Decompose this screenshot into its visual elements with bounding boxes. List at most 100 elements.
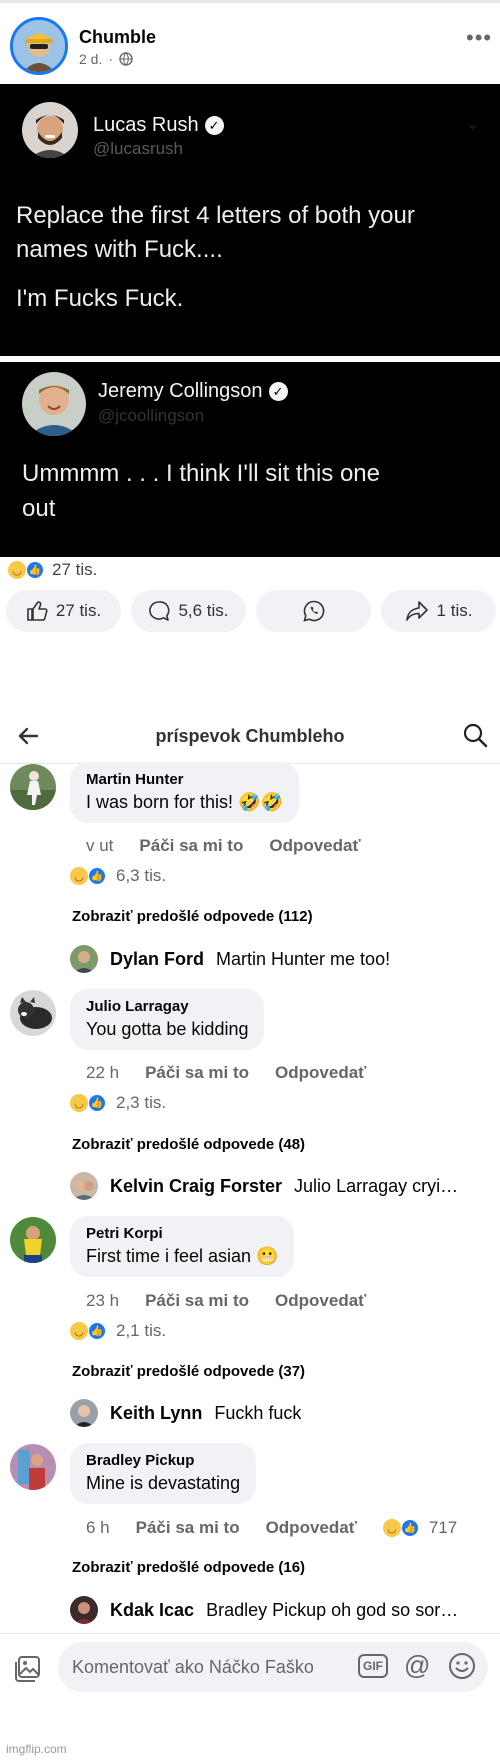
comment-time[interactable]: 23 h: [86, 1291, 119, 1311]
comment-reaction-count: 2,3 tis.: [116, 1093, 167, 1112]
tweet-author-name: Jeremy Collingson: [98, 380, 263, 402]
reactions-count: 27 tis.: [52, 560, 98, 579]
haha-reaction-icon: ◡: [70, 867, 88, 885]
comment-like-button[interactable]: Páči sa mi to: [145, 1063, 249, 1083]
search-icon[interactable]: [462, 722, 488, 748]
post-author-name[interactable]: Chumble: [79, 27, 156, 48]
tweet-author-name: Lucas Rush: [93, 114, 199, 136]
like-reaction-icon: 👍: [88, 1322, 106, 1340]
reply-avatar: [70, 1172, 98, 1200]
comment-like-button[interactable]: Páči sa mi to: [145, 1291, 249, 1311]
like-count: 27 tis.: [55, 601, 102, 620]
reply-author: Kelvin Craig Forster: [110, 1175, 283, 1196]
reply-text: Bradley Pickup oh god so sor…: [206, 1599, 459, 1620]
comment-time[interactable]: 22 h: [86, 1063, 119, 1083]
commenter-avatar[interactable]: [10, 1444, 56, 1490]
comment-reactions[interactable]: ◡ 👍 717: [382, 1518, 458, 1538]
comment-button[interactable]: 5,6 tis.: [131, 590, 246, 632]
comment-text: I was born for this! 🤣🤣: [86, 792, 283, 812]
haha-reaction-icon: ◡: [70, 1322, 88, 1340]
comment-actions: 22 h Páči sa mi to Odpovedať: [86, 1063, 366, 1083]
comment-like-button[interactable]: Páči sa mi to: [136, 1518, 240, 1538]
tweet-screenshot-2: Jeremy Collingson ✓ @jcoollingson Ummmm …: [0, 362, 500, 557]
comment-reply-button[interactable]: Odpovedať: [275, 1291, 366, 1311]
chevron-down-icon: ⌄: [466, 116, 480, 133]
commenter-avatar[interactable]: [10, 990, 56, 1036]
verified-badge-icon: ✓: [204, 116, 224, 135]
comment-author[interactable]: Martin Hunter: [86, 771, 283, 788]
reply-avatar: [70, 945, 98, 973]
reply-avatar: [70, 1596, 98, 1624]
comment-actions: 6 h Páči sa mi to Odpovedať ◡ 👍 717: [86, 1518, 457, 1538]
imgflip-watermark: imgflip.com: [6, 1742, 67, 1756]
more-options-icon[interactable]: •••: [466, 25, 492, 51]
reply-author: Keith Lynn: [110, 1402, 203, 1423]
comment-bubble: Bradley Pickup Mine is devastating: [70, 1443, 257, 1504]
reply-text: Julio Larragay cryi…: [294, 1175, 459, 1196]
whatsapp-share-button[interactable]: [256, 590, 371, 632]
post-time[interactable]: 2 d.: [79, 51, 102, 67]
reply-preview[interactable]: Dylan Ford Martin Hunter me too!: [70, 945, 490, 973]
page-title: príspevok Chumbleho: [155, 726, 345, 746]
comment-reactions[interactable]: ◡ 👍 2,1 tis.: [70, 1321, 166, 1341]
tweet-text-line: I'm Fucks Fuck.: [16, 285, 184, 312]
tweet-handle: @lucasrush: [93, 139, 184, 158]
share-button[interactable]: 1 tis.: [381, 590, 496, 632]
comment-reactions[interactable]: ◡ 👍 2,3 tis.: [70, 1093, 166, 1113]
comments-page-header: príspevok Chumbleho: [0, 712, 500, 764]
tweet-text-line: Replace the first 4 letters of both your: [16, 202, 415, 229]
verified-badge-icon: ✓: [268, 382, 288, 401]
tweet-text-line: out: [22, 495, 56, 522]
photo-gallery-icon[interactable]: [12, 1654, 42, 1684]
comment-time[interactable]: 6 h: [86, 1518, 110, 1538]
comment-actions: v ut Páči sa mi to Odpovedať: [86, 836, 361, 856]
reply-preview[interactable]: Keith Lynn Fuckh fuck: [70, 1399, 480, 1427]
reply-preview[interactable]: Kelvin Craig Forster Julio Larragay cryi…: [70, 1172, 470, 1200]
tweet-author: Lucas Rush ✓: [93, 114, 224, 137]
like-reaction-icon: 👍: [88, 867, 106, 885]
comment-bubble-icon: [148, 600, 170, 622]
comment-text: First time i feel asian 😬: [86, 1246, 279, 1266]
comment-bubble: Petri Korpi First time i feel asian 😬: [70, 1216, 295, 1277]
comment-like-button[interactable]: Páči sa mi to: [139, 836, 243, 856]
like-reaction-icon: 👍: [88, 1094, 106, 1112]
view-previous-replies-link[interactable]: Zobraziť predošlé odpovede (112): [72, 908, 313, 925]
like-button[interactable]: 27 tis.: [6, 590, 121, 632]
haha-reaction-icon: ◡: [8, 561, 26, 579]
emoji-icon[interactable]: [448, 1652, 476, 1680]
tweet-author: Jeremy Collingson ✓: [98, 380, 288, 403]
meta-separator: ·: [108, 51, 114, 67]
commenter-avatar[interactable]: [10, 1217, 56, 1263]
comment-reply-button[interactable]: Odpovedať: [275, 1063, 366, 1083]
reply-preview[interactable]: Kdak Icac Bradley Pickup oh god so sor…: [70, 1596, 475, 1624]
comment-reaction-count: 717: [428, 1518, 458, 1537]
post-action-bar: 27 tis. 5,6 tis. 1 tis.: [6, 590, 496, 632]
comment-time[interactable]: v ut: [86, 836, 113, 856]
post-reactions-summary[interactable]: ◡ 👍 27 tis.: [8, 560, 97, 580]
view-previous-replies-link[interactable]: Zobraziť predošlé odpovede (37): [72, 1363, 305, 1380]
comment-composer: GIF @: [0, 1633, 500, 1703]
tweet-text-line: Ummmm . . . I think I'll sit this one: [22, 460, 380, 487]
comment-bubble: Julio Larragay You gotta be kidding: [70, 989, 265, 1050]
share-count: 1 tis.: [436, 601, 473, 620]
commenter-avatar[interactable]: [10, 764, 56, 810]
comment-author[interactable]: Petri Korpi: [86, 1225, 278, 1242]
tweet-avatar: [22, 372, 86, 436]
like-reaction-icon: 👍: [400, 1519, 419, 1537]
tweet-handle: @jcoollingson: [98, 406, 205, 425]
mention-button[interactable]: @: [404, 1650, 430, 1681]
whatsapp-icon: [302, 599, 326, 623]
reply-text: Martin Hunter me too!: [216, 948, 391, 969]
comment-reaction-count: 6,3 tis.: [116, 866, 167, 885]
comment-author[interactable]: Bradley Pickup: [86, 1452, 240, 1469]
view-previous-replies-link[interactable]: Zobraziť predošlé odpovede (48): [72, 1136, 305, 1153]
comment-reactions[interactable]: ◡ 👍 6,3 tis.: [70, 866, 166, 886]
comment-count: 5,6 tis.: [178, 601, 229, 620]
comment-reply-button[interactable]: Odpovedať: [266, 1518, 357, 1538]
tweet-text-line: names with Fuck....: [16, 236, 223, 263]
comment-reply-button[interactable]: Odpovedať: [269, 836, 360, 856]
author-avatar[interactable]: [10, 17, 68, 75]
gif-button[interactable]: GIF: [358, 1654, 388, 1678]
view-previous-replies-link[interactable]: Zobraziť predošlé odpovede (16): [72, 1559, 305, 1576]
comment-author[interactable]: Julio Larragay: [86, 998, 248, 1015]
